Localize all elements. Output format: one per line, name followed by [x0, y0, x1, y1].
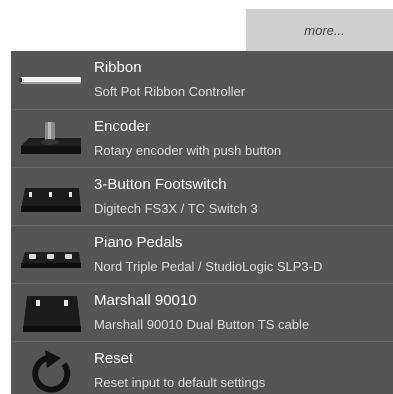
menu-item-title: Reset [94, 350, 134, 367]
menu-item-subtitle: Digitech FS3X / TC Switch 3 [94, 201, 258, 216]
menu-item-title: 3-Button Footswitch [94, 176, 227, 193]
menu-item-subtitle: Nord Triple Pedal / StudioLogic SLP3-D [94, 259, 323, 274]
reset-icon [19, 346, 83, 394]
menu-item-piano-pedals[interactable]: Piano Pedals Nord Triple Pedal / StudioL… [11, 225, 393, 283]
menu-item-encoder[interactable]: Encoder Rotary encoder with push button [11, 109, 393, 167]
menu-item-title: Ribbon [94, 59, 142, 76]
piano-pedals-icon [19, 230, 83, 280]
menu-item-title: Encoder [94, 118, 150, 135]
menu-item-title: Marshall 90010 [94, 292, 197, 309]
menu-item-title: Piano Pedals [94, 234, 183, 251]
menu-item-subtitle: Rotary encoder with push button [94, 143, 282, 158]
menu-item-subtitle: Soft Pot Ribbon Controller [94, 84, 246, 99]
menu-item-3-button-footswitch[interactable]: 3-Button Footswitch Digitech FS3X / TC S… [11, 167, 393, 225]
input-type-menu: Ribbon Soft Pot Ribbon Controller Encode… [11, 51, 393, 394]
footswitch-3-button-icon [19, 172, 83, 222]
ribbon-controller-icon [19, 55, 83, 105]
menu-item-ribbon[interactable]: Ribbon Soft Pot Ribbon Controller [11, 51, 393, 109]
menu-item-marshall-90010[interactable]: Marshall 90010 Marshall 90010 Dual Butto… [11, 283, 393, 341]
menu-item-subtitle: Reset input to default settings [94, 375, 266, 390]
more-button[interactable]: more... [246, 9, 393, 51]
menu-item-reset[interactable]: Reset Reset input to default settings [11, 341, 393, 394]
footswitch-2-button-icon [19, 288, 83, 338]
menu-item-subtitle: Marshall 90010 Dual Button TS cable [94, 317, 310, 332]
rotary-encoder-icon [19, 114, 83, 164]
